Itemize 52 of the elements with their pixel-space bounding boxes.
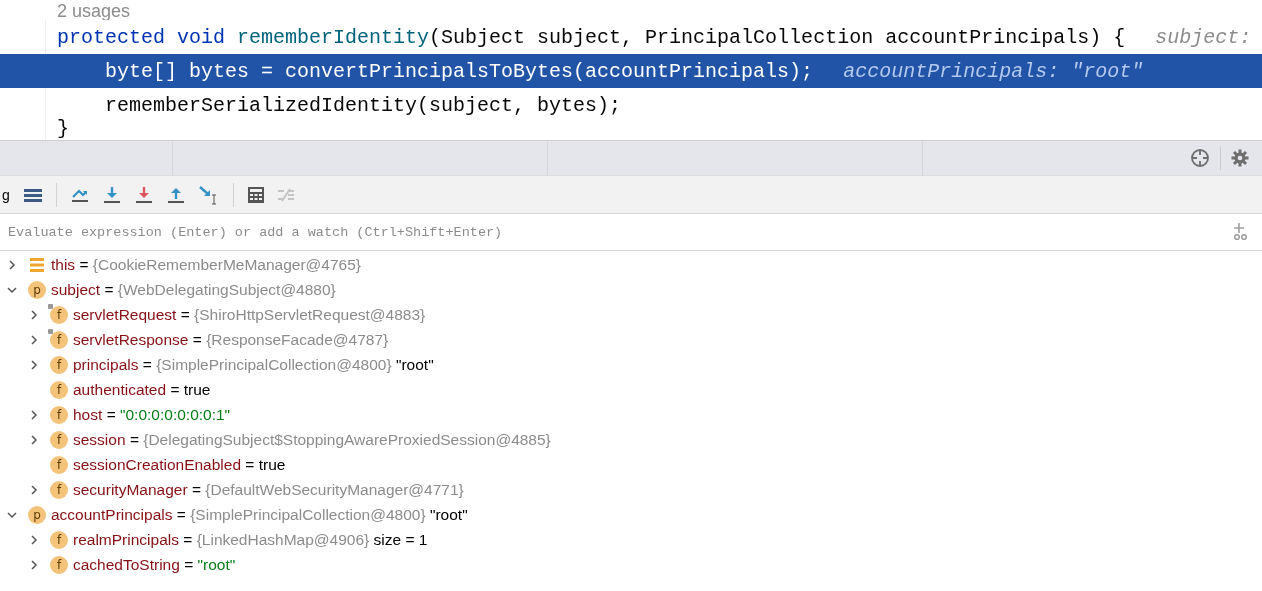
settings-icon[interactable] [1231, 149, 1249, 167]
stack-icon [28, 256, 46, 273]
variable-entry[interactable]: authenticated = true [73, 380, 211, 399]
variable-entry[interactable]: accountPrincipals = {SimplePrincipalCollection@4800} "root" [51, 505, 468, 524]
force-step-into-icon[interactable] [134, 185, 153, 204]
chevron-right-icon[interactable] [6, 258, 18, 271]
chevron-right-icon[interactable] [28, 558, 40, 571]
variable-entry[interactable]: session = {DelegatingSubject$StoppingAwareProxiedSession@4885} [73, 430, 551, 449]
add-watch-icon[interactable] [1232, 223, 1248, 241]
code-line: byte[] bytes = convertPrincipalsToBytes(accountPrincipals); [104, 59, 814, 83]
field-icon: f [50, 555, 68, 574]
field-icon: f [50, 380, 68, 399]
field-icon: f [50, 355, 68, 374]
field-icon: f [50, 305, 68, 324]
chevron-right-icon[interactable] [28, 308, 40, 321]
evaluate-field[interactable]: Evaluate expression (Enter) or add a watch (Ctrl+Shift+Enter) [8, 224, 1232, 240]
field-icon: f [50, 480, 68, 499]
field-icon: f [50, 405, 68, 424]
field-icon: f [50, 530, 68, 549]
code-line: rememberSerializedIdentity(subject, bytes); [104, 93, 622, 117]
calculator-icon[interactable] [247, 186, 264, 203]
debug-tab-label[interactable]: g [2, 186, 10, 203]
parameter-icon: p [28, 280, 46, 299]
variable-entry[interactable]: this = {CookieRememberMeManager@4765} [51, 255, 361, 274]
chevron-right-icon[interactable] [28, 533, 40, 546]
chevron-right-icon[interactable] [28, 333, 40, 346]
variable-entry[interactable]: sessionCreationEnabled = true [73, 455, 286, 474]
parameter-icon: p [28, 505, 46, 524]
chevron-right-icon[interactable] [28, 408, 40, 421]
variable-entry[interactable]: servletResponse = {ResponseFacade@4787} [73, 330, 389, 349]
step-out-icon[interactable] [166, 185, 185, 204]
field-icon: f [50, 430, 68, 449]
inline-hint: subject: [1155, 25, 1252, 49]
variable-entry[interactable]: realmPrincipals = {LinkedHashMap@4906} size = 1 [73, 530, 428, 549]
chevron-right-icon[interactable] [28, 358, 40, 371]
variable-entry[interactable]: securityManager = {DefaultWebSecurityManager@4771} [73, 480, 464, 499]
list-icon[interactable] [23, 187, 42, 202]
usages-label[interactable]: 2 usages [57, 2, 131, 20]
variable-entry[interactable]: host = "0:0:0:0:0:0:0:1" [73, 405, 231, 424]
variable-entry[interactable]: servletRequest = {ShiroHttpServletRequest@4883} [73, 305, 426, 324]
step-into-icon[interactable] [102, 185, 121, 204]
chevron-right-icon[interactable] [28, 483, 40, 496]
crosshair-icon[interactable] [1190, 148, 1210, 168]
variable-entry[interactable]: principals = {SimplePrincipalCollection@4800} "root" [73, 355, 434, 374]
variable-entry[interactable]: subject = {WebDelegatingSubject@4880} [51, 280, 336, 299]
chevron-right-icon[interactable] [28, 433, 40, 446]
variable-entry[interactable]: cachedToString = "root" [73, 555, 236, 574]
inline-hint: accountPrincipals: "root" [843, 59, 1144, 83]
field-icon: f [50, 455, 68, 474]
field-icon: f [50, 330, 68, 349]
run-to-cursor-icon[interactable] [198, 184, 219, 205]
code-line: protected void rememberIdentity(Subject subject, PrincipalCollection accountPrincipals) { [57, 25, 1126, 49]
